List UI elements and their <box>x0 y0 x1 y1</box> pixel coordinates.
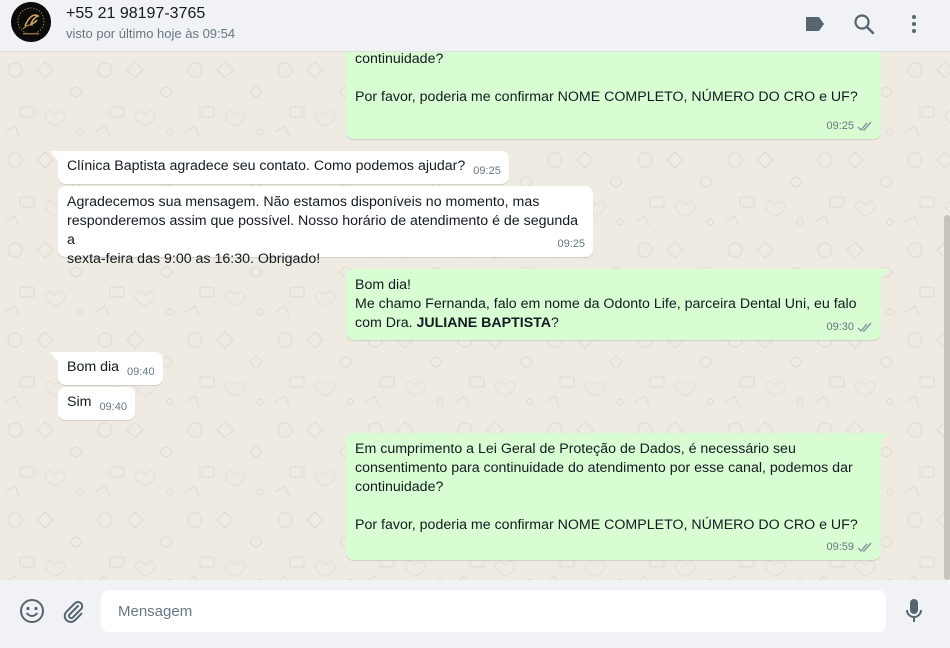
message-meta: 09:59 <box>826 538 873 557</box>
message-time: 09:59 <box>826 541 854 553</box>
message-time: 09:30 <box>826 321 854 333</box>
bubble-tail <box>881 433 889 443</box>
contact-name[interactable]: +55 21 98197-3765 <box>66 5 205 23</box>
message-bubble-incoming[interactable]: Clínica Baptista agradece seu contato. C… <box>50 151 509 184</box>
message-text: Bom dia <box>67 359 120 375</box>
message-text: com Dra. <box>355 315 417 331</box>
message-line: Por favor, poderia me confirmar NOME COM… <box>355 89 858 105</box>
message-time: 09:25 <box>826 120 854 132</box>
message-line: responderemos assim que possível. Nosso … <box>67 213 579 248</box>
read-ticks-icon <box>857 322 872 333</box>
chat-scrollbar[interactable] <box>944 215 950 580</box>
message-line: continuidade? <box>355 52 444 67</box>
search-icon[interactable] <box>852 12 876 36</box>
message-bubble-outgoing[interactable]: Em cumprimento a Lei Geral de Proteção d… <box>346 433 889 560</box>
message-meta: 09:25 <box>557 235 585 254</box>
message-text: Clínica Baptista agradece seu contato. C… <box>67 158 466 174</box>
bubble-tail <box>50 352 58 362</box>
menu-icon[interactable] <box>902 12 926 36</box>
message-line: Agradecemos sua mensagem. Não estamos di… <box>67 194 540 210</box>
message-bubble-outgoing[interactable]: continuidade? Por favor, poderia me conf… <box>346 52 881 139</box>
message-list[interactable]: continuidade? Por favor, poderia me conf… <box>0 52 950 580</box>
read-ticks-icon <box>857 542 872 553</box>
message-line: sexta-feira das 9:00 as 16:30. Obrigado! <box>67 251 321 267</box>
message-input[interactable] <box>101 590 886 632</box>
emoji-icon[interactable] <box>19 598 45 624</box>
message-bold-text: JULIANE BAPTISTA <box>416 315 552 331</box>
message-text: ? <box>551 315 559 331</box>
chat-header: +55 21 98197-3765 visto por último hoje … <box>0 0 950 52</box>
message-time: 09:40 <box>127 366 155 378</box>
message-line: Por favor, poderia me confirmar NOME COM… <box>355 517 858 533</box>
message-line: Bom dia! <box>355 277 411 293</box>
compose-bar <box>0 580 950 648</box>
message-text: Sim <box>67 394 92 410</box>
attach-icon[interactable] <box>60 598 86 624</box>
microphone-icon[interactable] <box>901 598 927 624</box>
message-time: 09:25 <box>473 165 501 177</box>
bubble-tail <box>50 151 58 161</box>
message-line: Em cumprimento a Lei Geral de Proteção d… <box>355 441 796 457</box>
message-line-blank <box>355 69 872 88</box>
message-text: continuidade? Por favor, poderia me conf… <box>355 52 872 107</box>
message-meta: 09:25 <box>826 117 873 136</box>
message-line: consentimento para continuidade do atend… <box>355 460 853 476</box>
message-meta: 09:30 <box>826 318 873 337</box>
message-line: Me chamo Fernanda, falo em nome da Odont… <box>355 296 857 312</box>
message-bubble-incoming[interactable]: Bom dia 09:40 <box>50 352 163 385</box>
contact-avatar[interactable] <box>11 2 51 42</box>
message-time: 09:40 <box>99 401 127 413</box>
message-bubble-incoming[interactable]: Agradecemos sua mensagem. Não estamos di… <box>58 186 593 267</box>
message-bubble-outgoing[interactable]: Bom dia! Me chamo Fernanda, falo em nome… <box>346 269 889 340</box>
message-time: 09:25 <box>557 238 585 250</box>
message-bubble-incoming[interactable]: Sim 09:40 <box>58 387 135 420</box>
message-line: com Dra. JULIANE BAPTISTA? <box>355 314 872 333</box>
read-ticks-icon <box>857 121 872 132</box>
message-line: continuidade? <box>355 479 444 495</box>
contact-last-seen: visto por último hoje às 09:54 <box>66 26 236 41</box>
message-line-blank <box>355 497 872 516</box>
bubble-tail <box>881 269 889 279</box>
label-icon[interactable] <box>803 12 827 36</box>
